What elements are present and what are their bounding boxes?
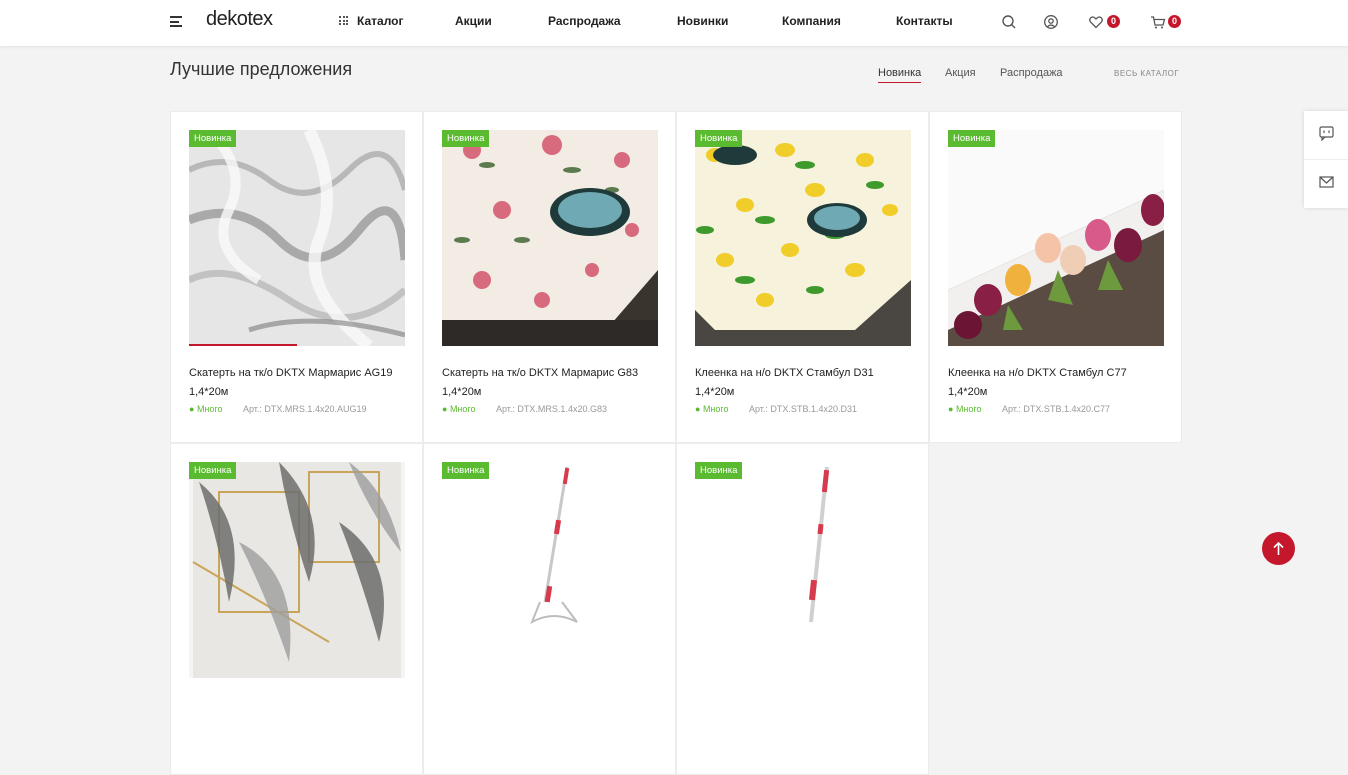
product-card[interactable]: Новинка Скатерть на тк/о DKTX Мармарис G… (423, 111, 676, 443)
product-card[interactable]: Новинка (170, 443, 423, 775)
product-article: Арт.: DTX.STB.1.4x20.D31 (749, 404, 857, 414)
nav-contacts[interactable]: Контакты (896, 14, 953, 28)
mail-icon[interactable] (1319, 176, 1334, 188)
search-icon[interactable] (1001, 14, 1017, 30)
stock-status: ● Много (189, 404, 223, 414)
section-title: Лучшие предложения (170, 59, 353, 79)
nav-promotions[interactable]: Акции (455, 14, 492, 28)
product-card[interactable]: Новинка Клеенка на н/о DKTX Стамбул D31 … (676, 111, 929, 443)
product-card[interactable]: Новинка Клеенка на н/о DKTX Стамбул C77 … (929, 111, 1182, 443)
scroll-to-top-button[interactable] (1262, 532, 1295, 565)
product-card[interactable]: Новинка (676, 443, 929, 775)
stock-label: Много (196, 404, 223, 414)
cart-count-badge: 0 (1168, 15, 1181, 28)
site-header: dekotex Каталог Акции Распродажа Новинки… (0, 0, 1348, 46)
product-article: Арт.: DTX.STB.1.4x20.C77 (1002, 404, 1110, 414)
stock-label: Много (449, 404, 476, 414)
side-contact-panel (1304, 111, 1348, 208)
logo-text: dekotex (206, 8, 273, 30)
product-image[interactable] (695, 462, 911, 678)
new-badge: Новинка (442, 462, 490, 479)
cart-icon[interactable] (1150, 14, 1166, 30)
product-image[interactable] (442, 462, 658, 678)
new-badge: Новинка (695, 130, 743, 147)
nav-sale[interactable]: Распродажа (548, 14, 621, 28)
new-badge: Новинка (189, 462, 237, 479)
chat-icon[interactable] (1319, 126, 1334, 141)
product-article: Арт.: DTX.MRS.1.4x20.AUG19 (243, 404, 367, 414)
filter-sale[interactable]: Распродажа (1000, 67, 1063, 79)
stock-status: ● Много (442, 404, 476, 414)
product-grid: Новинка Скатерть на тк/о DKTX Мармарис A… (170, 111, 1182, 775)
nav-company[interactable]: Компания (782, 14, 841, 28)
product-card[interactable]: Новинка (423, 443, 676, 775)
nav-catalog[interactable]: Каталог (357, 14, 404, 28)
product-name[interactable]: Скатерть на тк/о DKTX Мармарис G83 1,4*2… (442, 364, 662, 402)
product-image[interactable] (189, 462, 405, 678)
product-image[interactable] (948, 130, 1164, 346)
filter-promotion[interactable]: Акция (945, 67, 976, 79)
new-badge: Новинка (948, 130, 996, 147)
product-name[interactable]: Клеенка на н/о DKTX Стамбул D31 1,4*20м (695, 364, 915, 402)
product-card[interactable]: Новинка Скатерть на тк/о DKTX Мармарис A… (170, 111, 423, 443)
new-badge: Новинка (189, 130, 237, 147)
wishlist-count-badge: 0 (1107, 15, 1120, 28)
stock-status: ● Много (695, 404, 729, 414)
all-catalog-link[interactable]: ВЕСЬ КАТАЛОГ (1114, 69, 1179, 78)
product-article: Арт.: DTX.MRS.1.4x20.G83 (496, 404, 607, 414)
product-name[interactable]: Скатерть на тк/о DKTX Мармарис AG19 1,4*… (189, 364, 409, 402)
heart-icon[interactable] (1088, 14, 1104, 30)
nav-new[interactable]: Новинки (677, 14, 728, 28)
new-badge: Новинка (442, 130, 490, 147)
product-name[interactable]: Клеенка на н/о DKTX Стамбул C77 1,4*20м (948, 364, 1168, 402)
user-icon[interactable] (1043, 14, 1059, 30)
filter-new[interactable]: Новинка (878, 67, 922, 83)
product-image[interactable] (695, 130, 911, 346)
stock-status: ● Много (948, 404, 982, 414)
product-image[interactable] (189, 130, 405, 346)
arrow-up-icon (1273, 541, 1284, 555)
product-image[interactable] (442, 130, 658, 346)
new-badge: Новинка (695, 462, 743, 479)
stock-label: Много (702, 404, 729, 414)
logo[interactable]: dekotex (206, 8, 273, 31)
catalog-grid-icon (339, 16, 348, 25)
menu-icon[interactable] (170, 16, 182, 27)
stock-label: Много (955, 404, 982, 414)
